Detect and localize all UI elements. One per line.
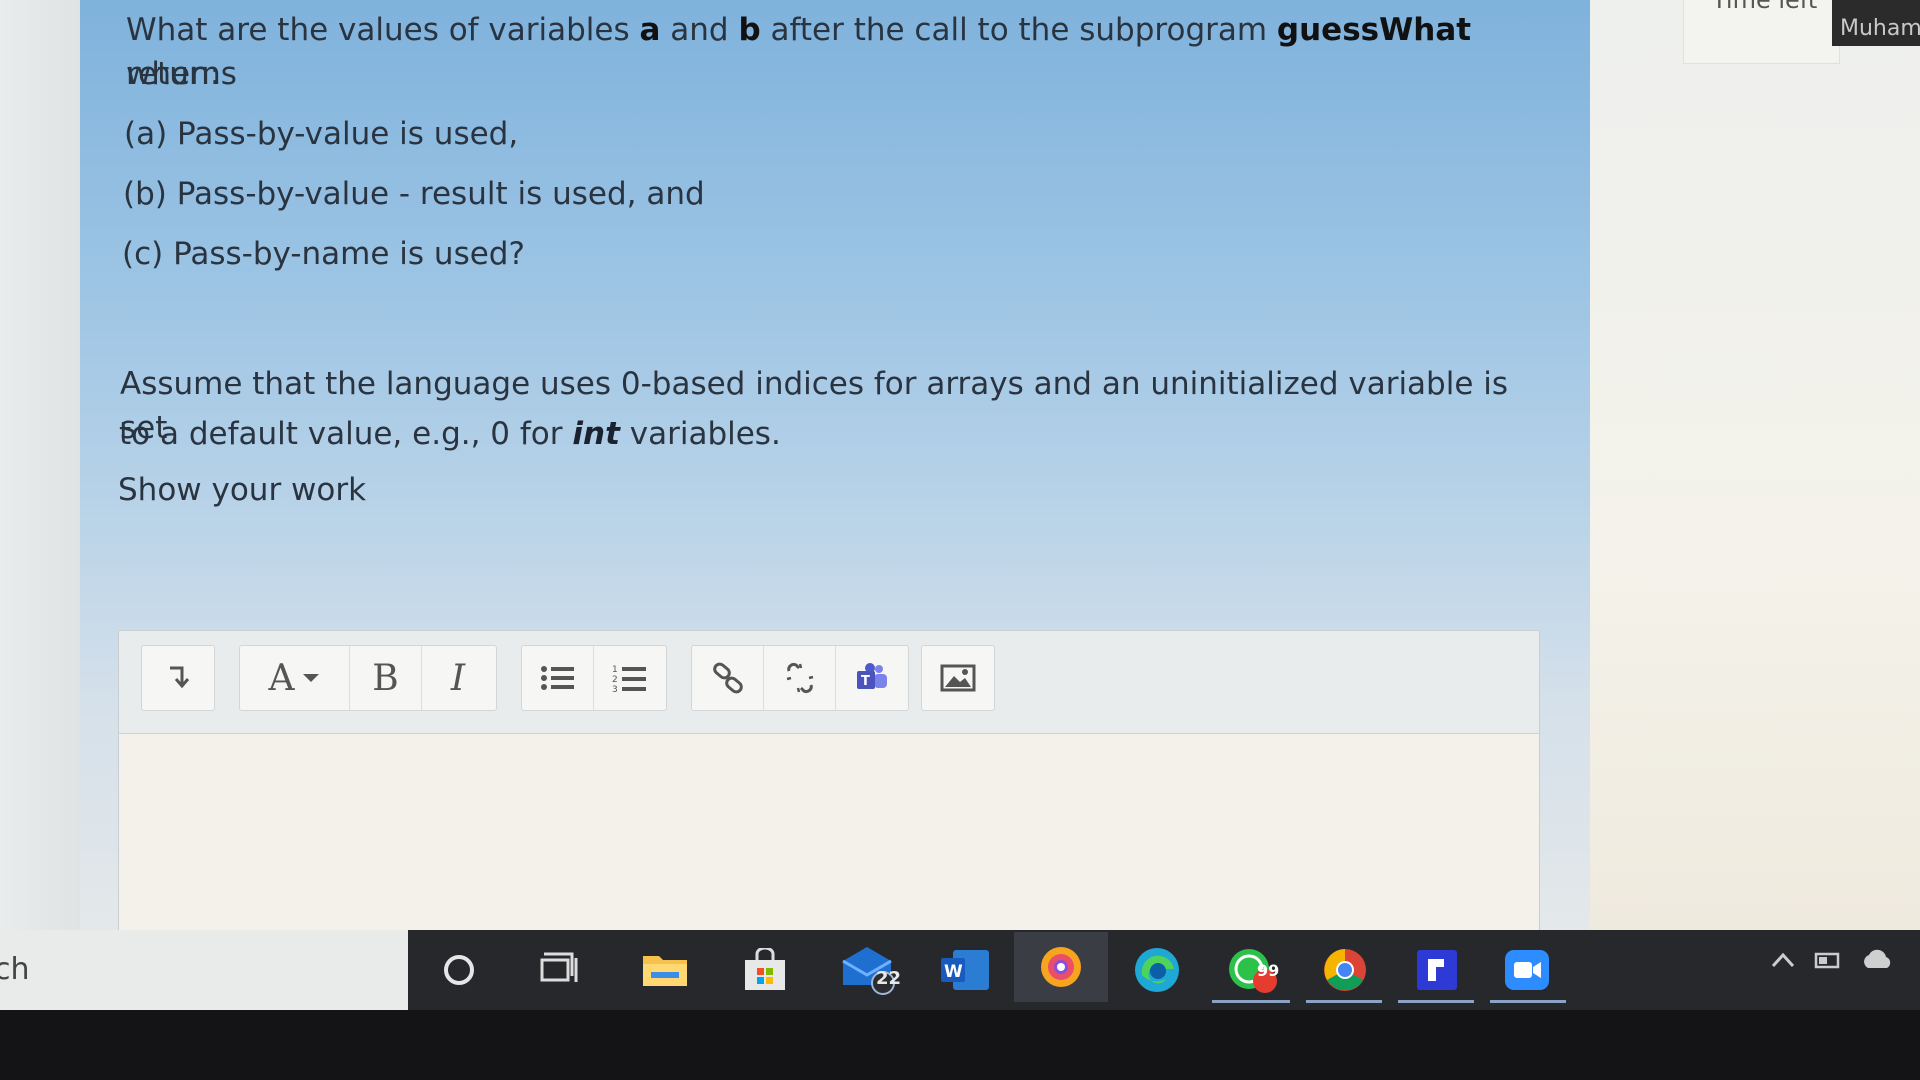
zoom-button[interactable] [1482, 940, 1572, 1000]
insert-image-button[interactable] [922, 646, 994, 710]
chrome-button[interactable] [1300, 940, 1390, 1000]
browser-button[interactable] [1014, 932, 1108, 1002]
app-icon [1417, 950, 1457, 990]
variable-a: a [639, 12, 661, 48]
whatsapp-button[interactable]: 99 [1208, 940, 1298, 1000]
unlink-button[interactable] [764, 646, 836, 710]
assumption-text: to a default value, e.g., 0 for [119, 416, 573, 452]
image-icon [940, 664, 976, 692]
word-button[interactable]: W [920, 940, 1010, 1000]
question-text: after the call to the subprogram [760, 12, 1277, 48]
app-running-indicator [1398, 1000, 1474, 1003]
editor-toolbar: A B I 123 T [119, 631, 1539, 734]
teams-button[interactable]: T [836, 646, 908, 710]
editor-text-area[interactable] [119, 734, 1539, 931]
unlink-icon [786, 663, 813, 693]
toolbar-group-media [921, 645, 995, 711]
variable-b: b [738, 12, 761, 48]
italic-icon: I [450, 657, 466, 699]
show-work-label: Show your work [118, 472, 367, 508]
question-text: and [660, 12, 739, 48]
app-button[interactable] [1392, 940, 1482, 1000]
browser-icon [1041, 947, 1081, 987]
font-color-icon: A [268, 657, 295, 699]
option-a: (a) Pass-by-value is used, [124, 116, 519, 152]
question-line-2: when: [126, 56, 221, 92]
int-keyword: int [572, 416, 620, 452]
cortana-button[interactable] [414, 940, 504, 1000]
bold-icon: B [372, 657, 399, 699]
onedrive-cloud-icon[interactable] [1860, 949, 1894, 971]
svg-text:2: 2 [612, 675, 618, 685]
cortana-icon [444, 955, 474, 985]
toolbar-group-lists: 123 [521, 645, 667, 711]
word-icon: W [941, 950, 989, 990]
italic-button[interactable]: I [422, 646, 494, 710]
bold-button[interactable]: B [350, 646, 422, 710]
mail-button[interactable]: 22 [824, 940, 914, 1000]
question-text: What are the values of variables [126, 12, 640, 48]
bullet-list-button[interactable] [522, 646, 594, 710]
whatsapp-running-indicator [1212, 1000, 1290, 1003]
toolbar-group-expand [141, 645, 215, 711]
toolbar-group-format: A B I [239, 645, 497, 711]
option-c: (c) Pass-by-name is used? [122, 236, 525, 272]
answer-editor: A B I 123 T [118, 630, 1540, 932]
numbered-list-button[interactable]: 123 [594, 646, 666, 710]
system-tray [1770, 940, 1894, 980]
option-b: (b) Pass-by-value - result is used, and [123, 176, 705, 212]
task-view-icon [540, 952, 578, 982]
chevron-down-icon [302, 674, 319, 682]
svg-text:W: W [944, 962, 963, 982]
user-name-tag: Muhammad [1832, 0, 1920, 46]
edge-icon [1135, 948, 1179, 992]
link-icon [712, 662, 743, 694]
battery-icon[interactable] [1814, 950, 1842, 970]
chrome-running-indicator [1306, 1000, 1382, 1003]
teams-icon: T [857, 663, 887, 689]
question-line-1: What are the values of variables a and b… [126, 8, 1546, 96]
font-color-button[interactable]: A [240, 646, 350, 710]
store-icon [745, 948, 785, 990]
mail-badge: 22 [876, 968, 902, 989]
expand-toolbar-button[interactable] [142, 646, 214, 710]
file-explorer-button[interactable] [620, 940, 710, 1000]
assumption-text: variables. [619, 416, 781, 452]
edge-button[interactable] [1112, 940, 1202, 1000]
taskbar-search-box[interactable] [0, 930, 408, 1010]
bullet-list-icon [540, 666, 574, 690]
svg-text:T: T [861, 674, 870, 689]
right-sidebar [1590, 0, 1920, 930]
store-button[interactable] [720, 940, 810, 1000]
expand-toolbar-icon [170, 666, 190, 689]
numbered-list-icon: 123 [612, 665, 646, 693]
task-view-button[interactable] [514, 940, 604, 1000]
search-box-text: ch [0, 952, 30, 987]
svg-text:1: 1 [612, 665, 618, 675]
toolbar-group-links: T [691, 645, 909, 711]
timer-label: Time left [1712, 0, 1818, 14]
whatsapp-badge: 99 [1257, 961, 1280, 980]
chrome-icon [1324, 949, 1366, 991]
zoom-icon [1505, 950, 1549, 990]
link-button[interactable] [692, 646, 764, 710]
zoom-running-indicator [1490, 1000, 1566, 1003]
folder-icon [643, 956, 687, 986]
screen-bezel [0, 1010, 1920, 1080]
chevron-up-icon[interactable] [1770, 950, 1796, 970]
assumption-line-2: to a default value, e.g., 0 for int vari… [119, 412, 781, 456]
svg-text:3: 3 [612, 685, 618, 693]
function-name: guessWhat [1276, 12, 1472, 48]
